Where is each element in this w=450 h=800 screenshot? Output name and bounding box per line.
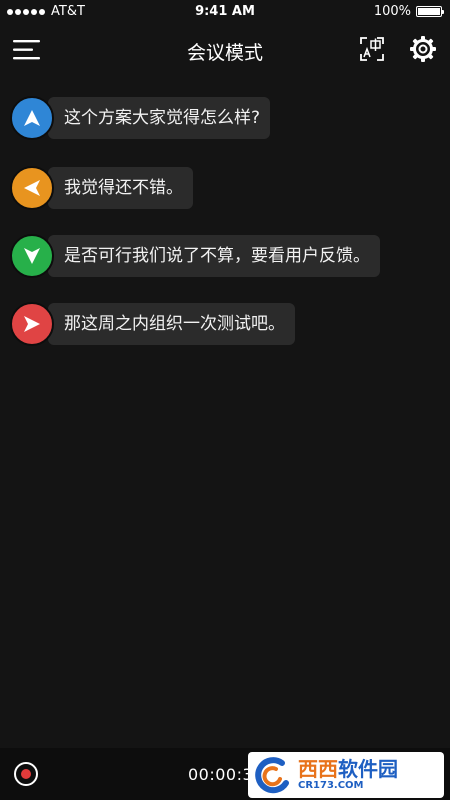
message-bubble: 这个方案大家觉得怎么样? — [48, 97, 271, 139]
message-item[interactable]: 那这周之内组织一次测试吧。 — [10, 302, 295, 346]
battery-percent: 100% — [373, 4, 411, 19]
message-item[interactable]: 我觉得还不错。 — [10, 166, 193, 210]
message-bubble: 那这周之内组织一次测试吧。 — [48, 303, 295, 345]
bottom-bar: 00:00:3 西西软件园 CR173.COM — [0, 748, 450, 800]
watermark-brand: 西西软件园 — [298, 757, 398, 781]
speaker-avatar-right — [10, 302, 54, 346]
arrow-down-icon — [24, 248, 40, 264]
battery-icon — [416, 6, 444, 17]
speaker-avatar-up — [10, 96, 54, 140]
record-icon[interactable] — [14, 762, 38, 786]
nav-bar: 会议模式 — [0, 24, 450, 78]
battery-fill — [418, 8, 440, 15]
arrow-left-icon — [24, 180, 40, 196]
translate-icon[interactable] — [358, 35, 386, 63]
arrow-right-icon — [24, 316, 40, 332]
message-item[interactable]: 这个方案大家觉得怎么样? — [10, 96, 271, 140]
speaker-avatar-down — [10, 234, 54, 278]
watermark-text: 西西软件园 CR173.COM — [298, 758, 398, 792]
message-item[interactable]: 是否可行我们说了不算，要看用户反馈。 — [10, 234, 380, 278]
arrow-up-icon — [24, 110, 40, 126]
watermark-logo: 西西软件园 CR173.COM — [248, 752, 444, 798]
message-bubble: 我觉得还不错。 — [48, 167, 193, 209]
gear-icon[interactable] — [409, 35, 437, 63]
recording-timer: 00:00:3 — [188, 765, 254, 784]
watermark-emblem-icon — [255, 757, 289, 794]
watermark-url: CR173.COM — [298, 780, 364, 791]
status-bar: AT&T 9:41 AM 100% — [0, 0, 450, 24]
record-dot — [21, 769, 31, 779]
status-right: 100% — [373, 4, 444, 19]
speaker-avatar-left — [10, 166, 54, 210]
message-bubble: 是否可行我们说了不算，要看用户反馈。 — [48, 235, 380, 277]
